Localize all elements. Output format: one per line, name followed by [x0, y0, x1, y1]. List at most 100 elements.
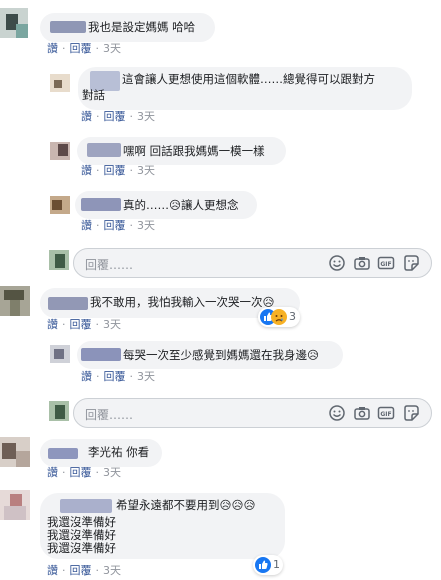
redacted-name[interactable]	[48, 297, 88, 310]
separator: ·	[129, 370, 134, 383]
comment-actions: 讚 · 回覆 · 3天	[81, 110, 155, 124]
reply-link[interactable]: 回覆	[104, 219, 126, 233]
reply-link[interactable]: 回覆	[104, 110, 126, 124]
current-user-avatar	[49, 401, 69, 421]
comment-bubble: 我也是設定媽媽 哈哈	[40, 13, 215, 42]
separator: ·	[62, 318, 66, 331]
separator: ·	[96, 370, 100, 383]
like-link[interactable]: 讚	[47, 318, 58, 332]
reply-link[interactable]: 回覆	[70, 318, 92, 332]
reply-link[interactable]: 回覆	[70, 564, 92, 578]
redacted-name[interactable]	[60, 499, 112, 513]
timestamp[interactable]: 3天	[103, 466, 121, 480]
reply-input[interactable]: 回覆…… GIF	[73, 248, 432, 278]
avatar[interactable]	[50, 142, 70, 160]
comment-text: 我還沒準備好	[47, 528, 116, 542]
avatar[interactable]	[0, 490, 30, 520]
avatar[interactable]	[0, 437, 30, 467]
separator: ·	[95, 42, 100, 55]
timestamp[interactable]: 3天	[103, 318, 121, 332]
comment-actions: 讚 · 回覆 · 3天	[47, 42, 121, 56]
comment-text: 我不敢用，我怕我輸入一次哭一次😥	[90, 295, 275, 309]
comment-bubble: 李光祐 你看	[40, 439, 162, 467]
separator: ·	[129, 110, 134, 123]
reaction-count: 3	[289, 310, 296, 323]
timestamp[interactable]: 3天	[103, 42, 121, 56]
like-link[interactable]: 讚	[81, 219, 92, 233]
reply-input[interactable]: 回覆…… GIF	[73, 398, 432, 428]
like-reaction-icon	[255, 557, 271, 573]
timestamp[interactable]: 3天	[137, 219, 155, 233]
timestamp[interactable]: 3天	[137, 164, 155, 178]
reply-link[interactable]: 回覆	[70, 42, 92, 56]
separator: ·	[96, 164, 100, 177]
comment-actions: 讚 · 回覆 · 3天	[81, 164, 155, 178]
comment-text: 對話	[82, 88, 105, 102]
timestamp[interactable]: 3天	[137, 110, 155, 124]
avatar[interactable]	[0, 286, 30, 316]
comment-actions: 讚 · 回覆 · 3天	[47, 318, 121, 332]
like-link[interactable]: 讚	[47, 42, 58, 56]
comment-bubble: 每哭一次至少感覺到媽媽還在我身邊😥	[77, 341, 343, 369]
separator: ·	[95, 564, 100, 577]
comment-bubble: 嘿啊 回話跟我媽媽一模一樣	[77, 137, 286, 165]
separator: ·	[62, 466, 66, 479]
redacted-name[interactable]	[50, 21, 86, 33]
comment-actions: 讚 · 回覆 · 3天	[47, 564, 121, 578]
avatar[interactable]	[50, 74, 70, 92]
like-link[interactable]: 讚	[47, 466, 58, 480]
sticker-icon[interactable]	[402, 404, 420, 422]
reply-link[interactable]: 回覆	[104, 164, 126, 178]
like-link[interactable]: 讚	[81, 164, 92, 178]
avatar[interactable]	[50, 345, 70, 363]
comment-bubble: 這會讓人更想使用這個軟體……總覺得可以跟對方 對話	[78, 67, 412, 110]
reply-placeholder: 回覆……	[85, 258, 134, 272]
like-link[interactable]: 讚	[81, 370, 92, 384]
gif-icon[interactable]: GIF	[377, 404, 395, 422]
reply-link[interactable]: 回覆	[70, 466, 92, 480]
avatar[interactable]	[0, 8, 28, 38]
sticker-icon[interactable]	[402, 254, 420, 272]
avatar[interactable]	[50, 196, 70, 214]
reaction-summary[interactable]: 1	[253, 555, 283, 575]
gif-icon[interactable]: GIF	[377, 254, 395, 272]
timestamp[interactable]: 3天	[137, 370, 155, 384]
svg-text:GIF: GIF	[380, 261, 391, 268]
timestamp[interactable]: 3天	[103, 564, 121, 578]
camera-icon[interactable]	[353, 254, 371, 272]
comment-text: 真的……😥讓人更想念	[123, 198, 239, 212]
redacted-name[interactable]	[48, 448, 78, 459]
separator: ·	[96, 110, 100, 123]
reaction-summary[interactable]: 3	[258, 307, 300, 327]
comment-text: 希望永遠都不要用到😥😥😥	[116, 498, 256, 512]
camera-icon[interactable]	[353, 404, 371, 422]
like-link[interactable]: 讚	[81, 110, 92, 124]
redacted-name[interactable]	[81, 198, 121, 211]
like-link[interactable]: 讚	[47, 564, 58, 578]
current-user-avatar	[49, 250, 69, 270]
separator: ·	[95, 466, 100, 479]
emoji-icon[interactable]	[328, 254, 346, 272]
separator: ·	[95, 318, 100, 331]
separator: ·	[62, 564, 66, 577]
separator: ·	[129, 164, 134, 177]
comment-text: 我還沒準備好	[47, 515, 116, 529]
redacted-name[interactable]	[81, 348, 121, 361]
reply-link[interactable]: 回覆	[104, 370, 126, 384]
comment-text: 嘿啊 回話跟我媽媽一模一樣	[123, 144, 265, 158]
separator: ·	[96, 219, 100, 232]
comment-bubble: 真的……😥讓人更想念	[75, 191, 257, 219]
separator: ·	[62, 42, 66, 55]
emoji-icon[interactable]	[328, 404, 346, 422]
comment-text: 這會讓人更想使用這個軟體……總覺得可以跟對方	[122, 72, 375, 86]
comment-text: 李光祐 你看	[88, 445, 150, 459]
comment-text: 我也是設定媽媽 哈哈	[88, 20, 196, 34]
redacted-name[interactable]	[87, 143, 121, 157]
svg-text:GIF: GIF	[380, 411, 391, 418]
sad-reaction-icon	[271, 309, 287, 325]
comment-bubble: 希望永遠都不要用到😥😥😥 我還沒準備好 我還沒準備好 我還沒準備好	[40, 493, 285, 559]
reply-placeholder: 回覆……	[85, 408, 134, 422]
separator: ·	[129, 219, 134, 232]
comment-actions: 讚 · 回覆 · 3天	[81, 219, 155, 233]
comment-actions: 讚 · 回覆 · 3天	[47, 466, 121, 480]
